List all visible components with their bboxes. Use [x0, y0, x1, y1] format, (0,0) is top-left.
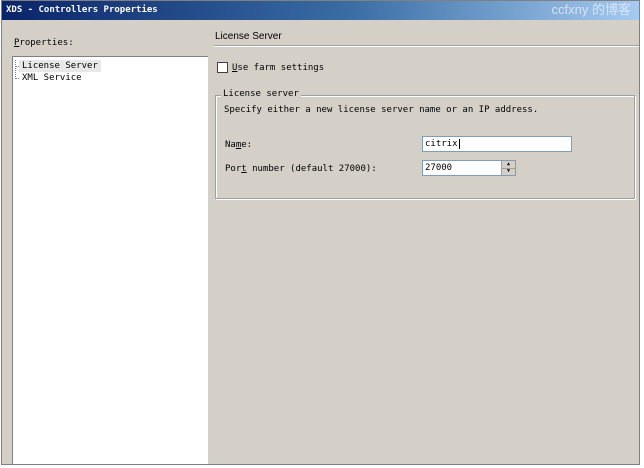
port-number-stepper[interactable]: 27000 ▲ ▼	[422, 160, 516, 176]
page-title: License Server	[215, 31, 282, 42]
use-farm-settings-checkbox[interactable]	[217, 62, 228, 73]
use-farm-settings-label: se farm settings	[237, 63, 325, 73]
name-label-pre: Na	[225, 140, 236, 150]
use-farm-settings-row[interactable]: Use farm settings	[217, 61, 324, 75]
tree-item-xml-service[interactable]: XML Service	[19, 72, 85, 84]
controllers-properties-window: XDS - Controllers Properties ccfxny 的博客 …	[1, 0, 640, 465]
name-label: Name:	[225, 140, 252, 150]
port-label-post: number (default 27000):	[246, 164, 377, 174]
watermark-text: ccfxny 的博客	[551, 2, 631, 17]
properties-label-text: roperties:	[19, 38, 74, 48]
port-spin-control[interactable]: ▲ ▼	[501, 161, 515, 175]
port-label-pre: Por	[225, 164, 242, 174]
tree-item-license-server[interactable]: License Server	[19, 60, 101, 72]
text-caret	[458, 138, 460, 149]
port-number-value: 27000	[425, 163, 453, 173]
group-legend: License server	[221, 89, 301, 99]
right-pane: License Server Use farm settings License…	[208, 20, 639, 464]
group-description: Specify either a new license server name…	[224, 105, 539, 115]
title-bar[interactable]: XDS - Controllers Properties ccfxny 的博客	[2, 1, 639, 20]
name-label-post: e:	[241, 140, 253, 150]
spin-down-icon[interactable]: ▼	[502, 168, 515, 175]
tree-connector	[15, 60, 17, 79]
license-server-name-value: citrix	[425, 139, 458, 149]
window-title: XDS - Controllers Properties	[6, 5, 158, 15]
port-label: Port number (default 27000):	[225, 164, 377, 174]
properties-tree[interactable]: License Server XML Service	[12, 56, 208, 464]
properties-label: Properties:	[14, 38, 74, 48]
left-pane: Properties: License Server XML Service	[2, 20, 208, 464]
heading-divider	[214, 46, 639, 47]
license-server-group: License server Specify either a new lice…	[215, 89, 635, 199]
license-server-name-input[interactable]: citrix	[422, 136, 572, 152]
